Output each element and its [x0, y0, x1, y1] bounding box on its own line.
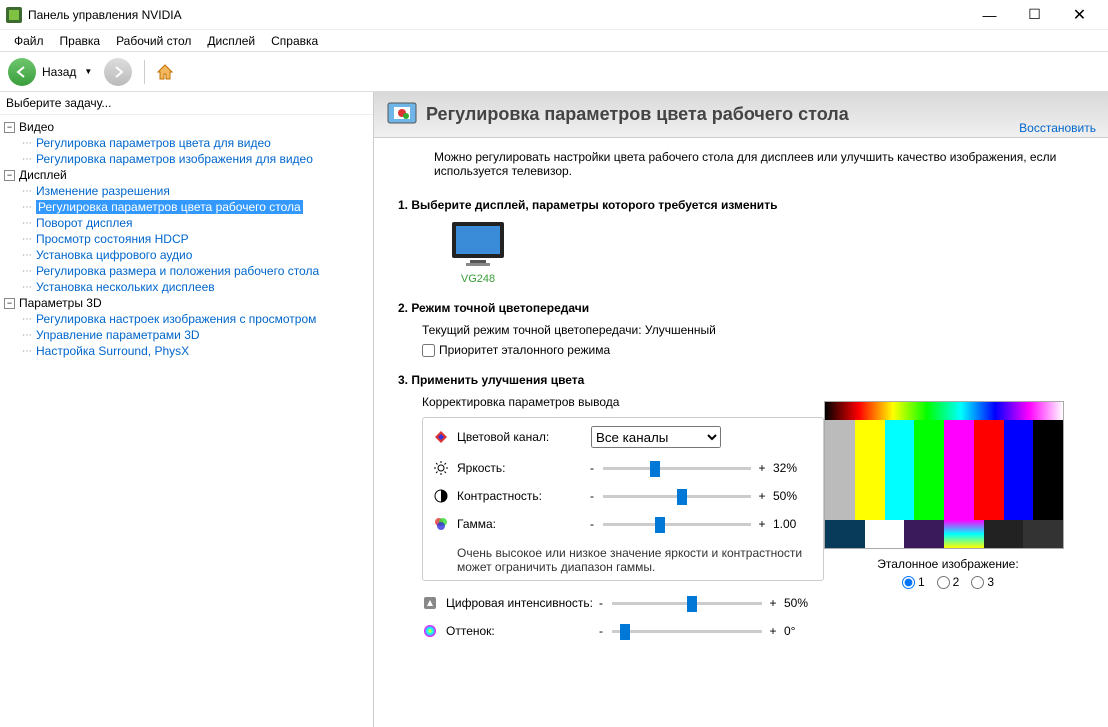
- plus-icon: +: [757, 489, 767, 503]
- menu-edit[interactable]: Правка: [52, 32, 109, 50]
- hue-label: Оттенок:: [446, 624, 596, 638]
- tree-item-desktop-color[interactable]: ⋯Регулировка параметров цвета рабочего с…: [20, 199, 371, 215]
- gamma-icon: [433, 516, 449, 532]
- forward-button[interactable]: [104, 58, 132, 86]
- color-channel-icon: [433, 429, 449, 445]
- contrast-slider[interactable]: [603, 486, 751, 506]
- close-button[interactable]: ✕: [1057, 1, 1102, 29]
- reference-radio-2[interactable]: 2: [937, 575, 960, 589]
- back-label: Назад: [42, 65, 76, 79]
- brightness-icon: [433, 460, 449, 476]
- sidebar-header: Выберите задачу...: [0, 92, 373, 115]
- plus-icon: +: [768, 596, 778, 610]
- reference-radio-1[interactable]: 1: [902, 575, 925, 589]
- minus-icon: -: [596, 596, 606, 610]
- gamma-label: Гамма:: [457, 517, 587, 531]
- reference-image-preview: [824, 401, 1064, 549]
- contrast-icon: [433, 488, 449, 504]
- minimize-button[interactable]: —: [967, 1, 1012, 29]
- tree-item-surround-physx[interactable]: ⋯Настройка Surround, PhysX: [20, 343, 371, 359]
- brightness-value: 32%: [773, 461, 813, 475]
- back-button[interactable]: [8, 58, 36, 86]
- banner-icon: [386, 99, 418, 131]
- tree-node-video[interactable]: − Видео: [2, 119, 371, 135]
- tree-node-3d[interactable]: − Параметры 3D: [2, 295, 371, 311]
- menu-file[interactable]: Файл: [6, 32, 52, 50]
- reference-mode-checkbox[interactable]: [422, 344, 435, 357]
- plus-icon: +: [757, 461, 767, 475]
- reference-mode-label: Приоритет эталонного режима: [439, 343, 610, 357]
- gamma-value: 1.00: [773, 517, 813, 531]
- output-correction-label: Корректировка параметров вывода: [422, 395, 824, 409]
- slider-group: Цветовой канал: Все каналы Яркость: -: [422, 417, 824, 581]
- tree-item-image-settings-preview[interactable]: ⋯Регулировка настроек изображения с прос…: [20, 311, 371, 327]
- contrast-value: 50%: [773, 489, 813, 503]
- tree-item-hdcp-status[interactable]: ⋯Просмотр состояния HDCP: [20, 231, 371, 247]
- vibrance-icon: [422, 595, 438, 611]
- tree-item-rotate-display[interactable]: ⋯Поворот дисплея: [20, 215, 371, 231]
- vibrance-slider[interactable]: [612, 593, 762, 613]
- minus-icon: -: [587, 489, 597, 503]
- display-thumbnail[interactable]: VG248: [438, 220, 518, 285]
- home-button[interactable]: [153, 60, 177, 84]
- hue-icon: [422, 623, 438, 639]
- section-3-title: 3. Применить улучшения цвета: [398, 373, 1084, 387]
- toolbar-separator: [144, 60, 145, 84]
- color-channel-select[interactable]: Все каналы: [591, 426, 721, 448]
- tree-item-size-position[interactable]: ⋯Регулировка размера и положения рабочег…: [20, 263, 371, 279]
- restore-link[interactable]: Восстановить: [1019, 121, 1096, 137]
- collapse-icon[interactable]: −: [4, 170, 15, 181]
- menubar: Файл Правка Рабочий стол Дисплей Справка: [0, 30, 1108, 52]
- gamma-slider[interactable]: [603, 514, 751, 534]
- back-history-dropdown[interactable]: ▼: [80, 63, 96, 80]
- brightness-slider[interactable]: [603, 458, 751, 478]
- contrast-label: Контрастность:: [457, 489, 587, 503]
- app-icon: [6, 7, 22, 23]
- display-name: VG248: [438, 273, 518, 285]
- window-title: Панель управления NVIDIA: [28, 8, 967, 22]
- tree-node-display[interactable]: − Дисплей: [2, 167, 371, 183]
- color-channel-label: Цветовой канал:: [457, 430, 587, 444]
- tree-item-multi-display[interactable]: ⋯Установка нескольких дисплеев: [20, 279, 371, 295]
- page-description: Можно регулировать настройки цвета рабоч…: [374, 138, 1108, 190]
- hue-slider[interactable]: [612, 621, 762, 641]
- gamma-range-note: Очень высокое или низкое значение яркост…: [433, 542, 813, 576]
- collapse-icon[interactable]: −: [4, 298, 15, 309]
- plus-icon: +: [768, 624, 778, 638]
- minus-icon: -: [596, 624, 606, 638]
- minus-icon: -: [587, 461, 597, 475]
- tree-item-change-resolution[interactable]: ⋯Изменение разрешения: [20, 183, 371, 199]
- vibrance-value: 50%: [784, 596, 824, 610]
- minus-icon: -: [587, 517, 597, 531]
- hue-value: 0°: [784, 624, 824, 638]
- collapse-icon[interactable]: −: [4, 122, 15, 133]
- reference-image-label: Эталонное изображение:: [824, 557, 1072, 571]
- page-banner: Регулировка параметров цвета рабочего ст…: [374, 92, 1108, 138]
- reference-image-radios: 1 2 3: [824, 575, 1072, 589]
- vibrance-label: Цифровая интенсивность:: [446, 596, 596, 610]
- task-tree: − Видео ⋯Регулировка параметров цвета дл…: [0, 115, 373, 363]
- menu-desktop[interactable]: Рабочий стол: [108, 32, 199, 50]
- maximize-button[interactable]: ☐: [1012, 1, 1057, 29]
- section-1-title: 1. Выберите дисплей, параметры которого …: [398, 198, 1084, 212]
- menu-help[interactable]: Справка: [263, 32, 326, 50]
- tree-item-manage-3d[interactable]: ⋯Управление параметрами 3D: [20, 327, 371, 343]
- reference-radio-3[interactable]: 3: [971, 575, 994, 589]
- tree-item-video-image[interactable]: ⋯Регулировка параметров изображения для …: [20, 151, 371, 167]
- current-color-mode: Текущий режим точной цветопередачи: Улуч…: [422, 323, 1084, 337]
- tree-item-digital-audio[interactable]: ⋯Установка цифрового аудио: [20, 247, 371, 263]
- tree-item-video-color[interactable]: ⋯Регулировка параметров цвета для видео: [20, 135, 371, 151]
- menu-display[interactable]: Дисплей: [199, 32, 263, 50]
- page-title: Регулировка параметров цвета рабочего ст…: [426, 104, 1019, 125]
- plus-icon: +: [757, 517, 767, 531]
- brightness-label: Яркость:: [457, 461, 587, 475]
- section-2-title: 2. Режим точной цветопередачи: [398, 301, 1084, 315]
